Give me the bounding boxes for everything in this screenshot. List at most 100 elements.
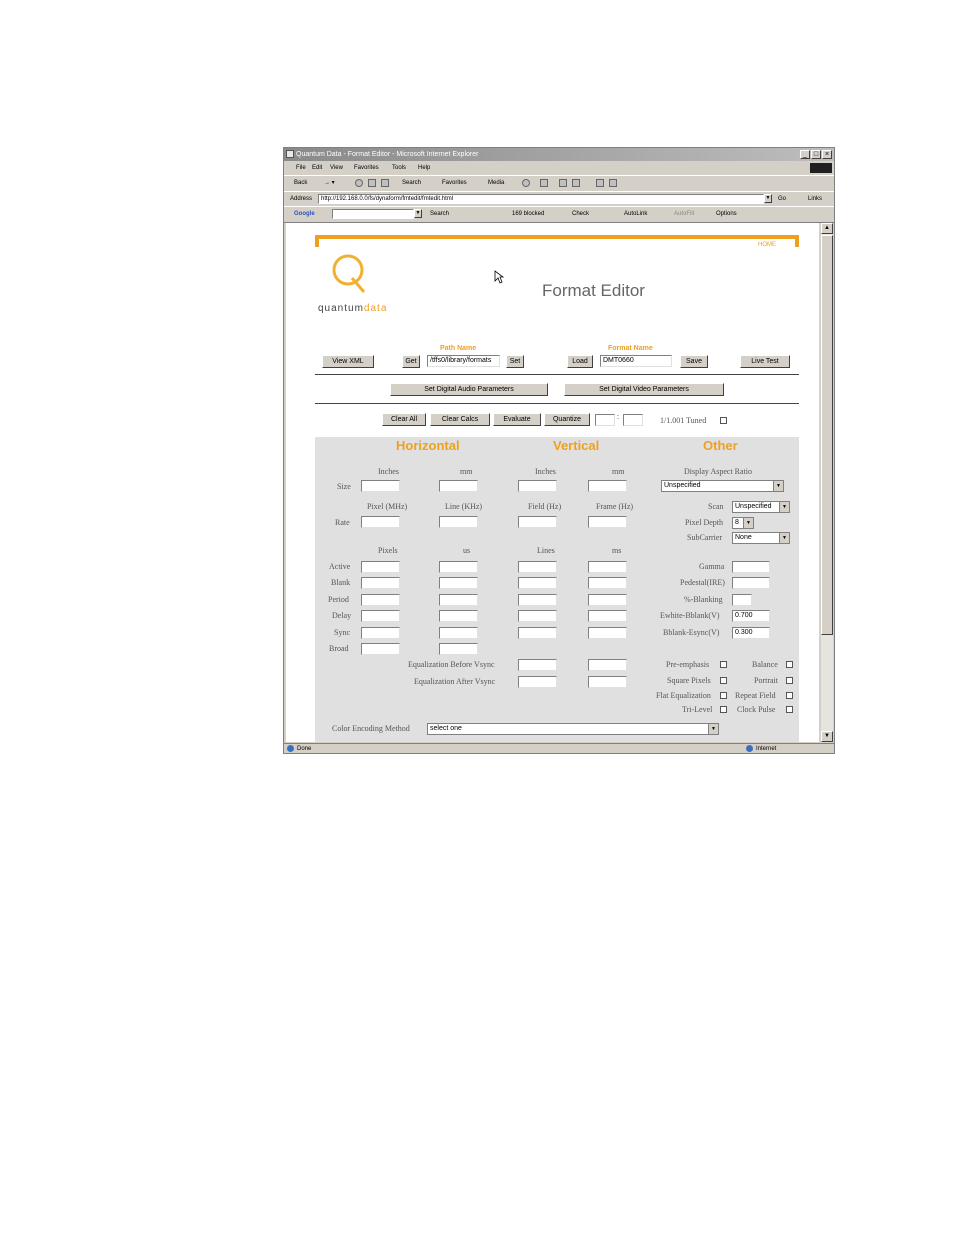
menu-tools[interactable]: Tools xyxy=(392,162,406,174)
broad-us-input[interactable] xyxy=(439,643,478,655)
menu-file[interactable]: File xyxy=(296,162,306,174)
tri-level-checkbox[interactable] xyxy=(720,706,727,713)
blanking-input[interactable] xyxy=(732,594,752,606)
gamma-input[interactable] xyxy=(732,561,770,573)
balance-checkbox[interactable] xyxy=(786,661,793,668)
clear-all-button[interactable]: Clear All xyxy=(382,413,426,426)
size-h-inches-input[interactable] xyxy=(361,480,400,492)
color-encoding-select[interactable]: select one ▼ xyxy=(427,723,719,735)
discuss-icon[interactable] xyxy=(596,179,604,187)
rate-line-input[interactable] xyxy=(439,516,478,528)
sync-us-input[interactable] xyxy=(439,627,478,639)
active-lines-input[interactable] xyxy=(518,561,557,573)
load-button[interactable]: Load xyxy=(567,355,593,368)
scan-select[interactable]: Unspecified ▼ xyxy=(732,501,790,513)
mail-icon[interactable] xyxy=(540,179,548,187)
set-button[interactable]: Set xyxy=(506,355,524,368)
back-button[interactable]: Back xyxy=(294,176,307,191)
stop-icon[interactable] xyxy=(355,179,363,187)
rate-pixel-input[interactable] xyxy=(361,516,400,528)
period-us-input[interactable] xyxy=(439,594,478,606)
menu-help[interactable]: Help xyxy=(418,162,430,174)
ewhite-bblank-input[interactable]: 0.700 xyxy=(732,610,770,622)
pedestal-input[interactable] xyxy=(732,577,770,589)
period-pixels-input[interactable] xyxy=(361,594,400,606)
sync-pixels-input[interactable] xyxy=(361,627,400,639)
quantize-input-2[interactable] xyxy=(623,414,643,426)
delay-ms-input[interactable] xyxy=(588,610,627,622)
flat-equalization-checkbox[interactable] xyxy=(720,692,727,699)
rate-field-input[interactable] xyxy=(518,516,557,528)
set-digital-video-button[interactable]: Set Digital Video Parameters xyxy=(564,383,724,396)
delay-lines-input[interactable] xyxy=(518,610,557,622)
period-ms-input[interactable] xyxy=(588,594,627,606)
messenger-icon[interactable] xyxy=(609,179,617,187)
edit-icon[interactable] xyxy=(572,179,580,187)
media-button[interactable]: Media xyxy=(488,176,504,191)
get-button[interactable]: Get xyxy=(402,355,420,368)
size-h-mm-input[interactable] xyxy=(439,480,478,492)
save-button[interactable]: Save xyxy=(680,355,708,368)
address-dropdown-icon[interactable]: ▼ xyxy=(764,194,772,203)
favorites-button[interactable]: Favorites xyxy=(442,176,467,191)
portrait-checkbox[interactable] xyxy=(786,677,793,684)
quantize-input-1[interactable] xyxy=(595,414,615,426)
autofill-button[interactable]: AutoFill xyxy=(674,207,694,222)
google-logo[interactable]: Google xyxy=(294,207,315,222)
google-search-input[interactable] xyxy=(332,209,414,219)
equalization-after-lines-input[interactable] xyxy=(518,676,557,688)
delay-pixels-input[interactable] xyxy=(361,610,400,622)
delay-us-input[interactable] xyxy=(439,610,478,622)
broad-pixels-input[interactable] xyxy=(361,643,400,655)
blank-pixels-input[interactable] xyxy=(361,577,400,589)
blank-lines-input[interactable] xyxy=(518,577,557,589)
blank-ms-input[interactable] xyxy=(588,577,627,589)
menu-favorites[interactable]: Favorites xyxy=(354,162,379,174)
links-button[interactable]: Links xyxy=(808,192,822,206)
sync-ms-input[interactable] xyxy=(588,627,627,639)
menu-view[interactable]: View xyxy=(330,162,343,174)
google-search-button[interactable]: Search xyxy=(430,207,449,222)
path-name-input[interactable]: /tffs0/library/formats xyxy=(427,355,500,367)
autolink-button[interactable]: AutoLink xyxy=(624,207,647,222)
format-name-input[interactable]: DMT0660 xyxy=(600,355,672,367)
period-lines-input[interactable] xyxy=(518,594,557,606)
square-pixels-checkbox[interactable] xyxy=(720,677,727,684)
active-pixels-input[interactable] xyxy=(361,561,400,573)
clock-pulse-checkbox[interactable] xyxy=(786,706,793,713)
close-icon[interactable]: × xyxy=(822,150,832,159)
pixel-depth-select[interactable]: 8 ▼ xyxy=(732,517,754,529)
tuned-checkbox[interactable] xyxy=(720,417,727,424)
active-us-input[interactable] xyxy=(439,561,478,573)
view-xml-button[interactable]: View XML xyxy=(322,355,374,368)
pre-emphasis-checkbox[interactable] xyxy=(720,661,727,668)
refresh-icon[interactable] xyxy=(368,179,376,187)
address-input[interactable]: http://192.168.0.0/fs/dynaform/fmtedit/f… xyxy=(318,194,764,204)
blank-us-input[interactable] xyxy=(439,577,478,589)
live-test-button[interactable]: Live Test xyxy=(740,355,790,368)
equalization-before-lines-input[interactable] xyxy=(518,659,557,671)
home-icon[interactable] xyxy=(381,179,389,187)
size-v-mm-input[interactable] xyxy=(588,480,627,492)
evaluate-button[interactable]: Evaluate xyxy=(493,413,541,426)
forward-icon[interactable]: → ▾ xyxy=(324,176,335,191)
quantize-button[interactable]: Quantize xyxy=(544,413,590,426)
rate-frame-input[interactable] xyxy=(588,516,627,528)
google-dropdown-icon[interactable]: ▼ xyxy=(414,209,422,218)
menu-edit[interactable]: Edit xyxy=(312,162,322,174)
scroll-thumb[interactable] xyxy=(821,235,833,635)
popup-blocked-label[interactable]: 169 blocked xyxy=(512,207,544,222)
scroll-down-icon[interactable]: ▼ xyxy=(821,731,833,742)
go-button[interactable]: Go xyxy=(778,192,786,206)
aspect-ratio-select[interactable]: Unspecified ▼ xyxy=(661,480,784,492)
equalization-after-ms-input[interactable] xyxy=(588,676,627,688)
vertical-scrollbar[interactable]: ▲ ▼ xyxy=(821,223,833,742)
print-icon[interactable] xyxy=(559,179,567,187)
active-ms-input[interactable] xyxy=(588,561,627,573)
history-icon[interactable] xyxy=(522,179,530,187)
options-button[interactable]: Options xyxy=(716,207,737,222)
maximize-icon[interactable]: □ xyxy=(811,150,821,159)
size-v-inches-input[interactable] xyxy=(518,480,557,492)
bblank-esync-input[interactable]: 0.300 xyxy=(732,627,770,639)
spell-check-button[interactable]: Check xyxy=(572,207,589,222)
